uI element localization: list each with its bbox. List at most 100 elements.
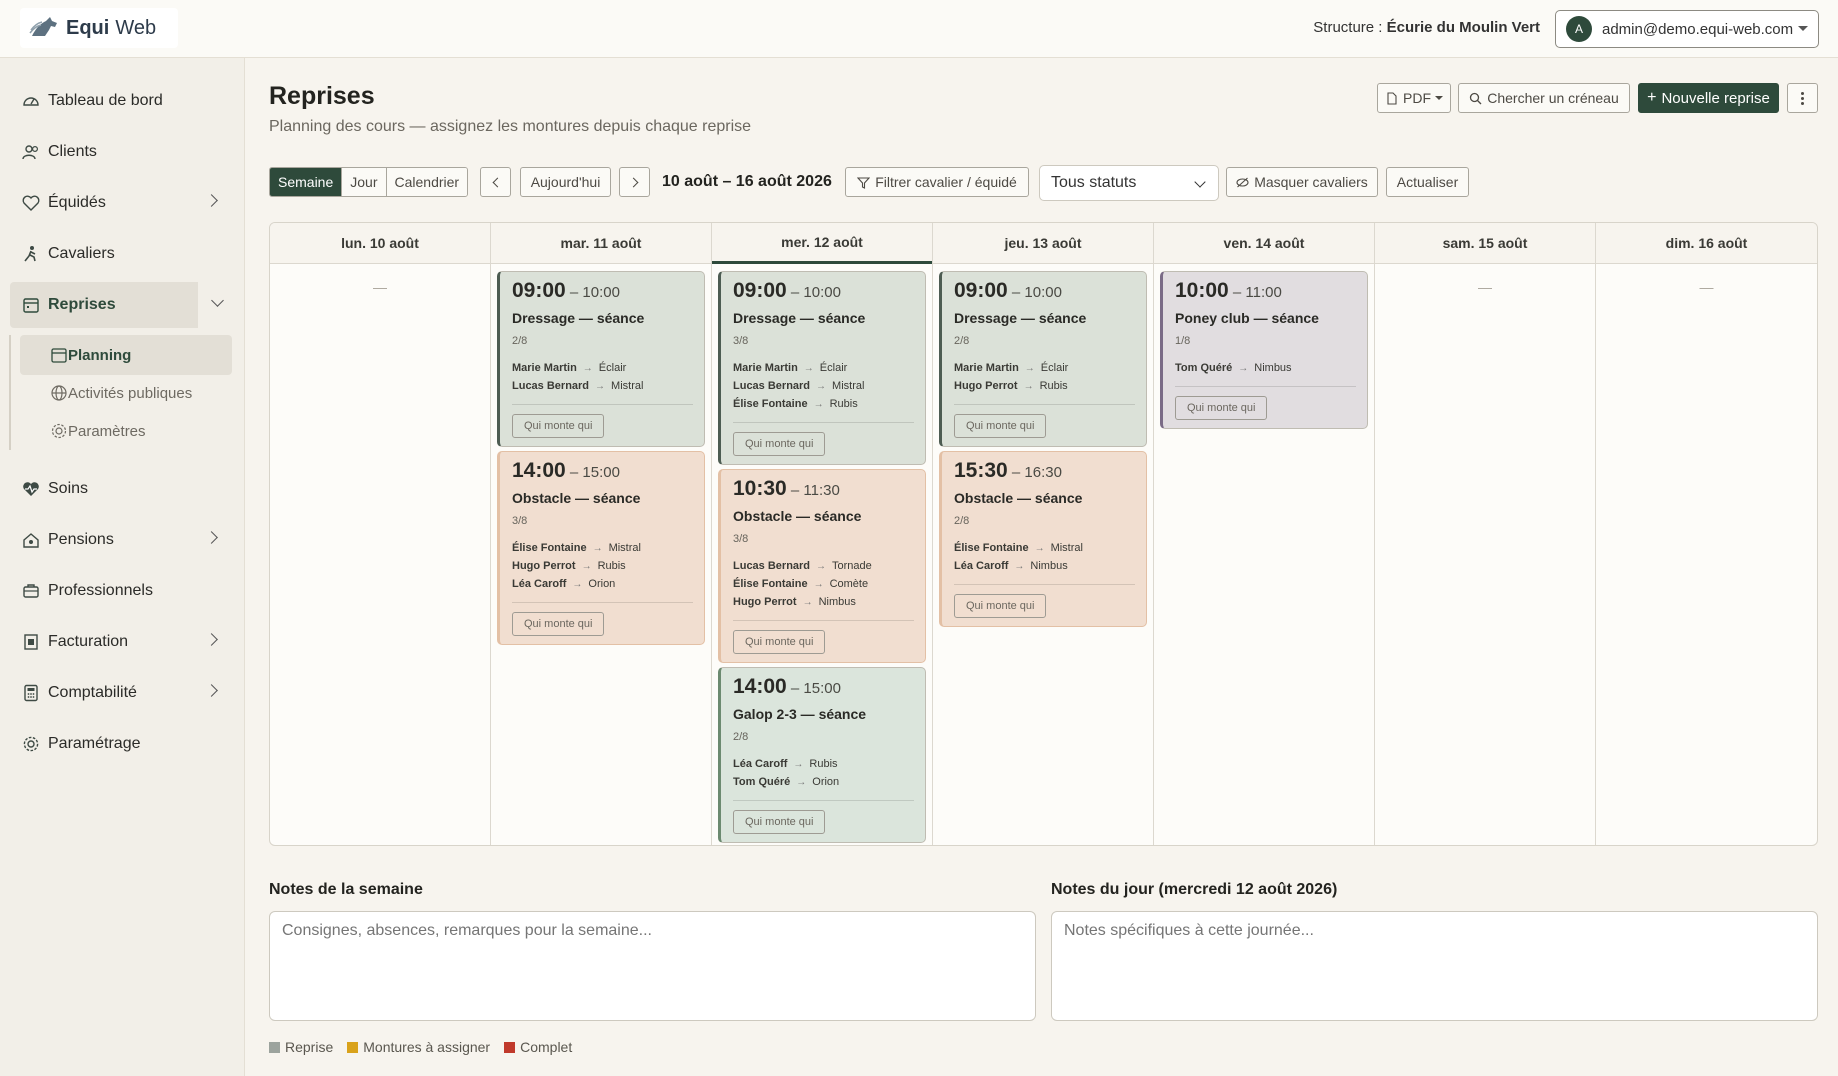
more-options-button[interactable] xyxy=(1787,83,1818,113)
session-start: 09:00 xyxy=(512,279,566,302)
day-notes-input[interactable] xyxy=(1051,911,1818,1021)
account-menu[interactable]: A admin@demo.equi-web.com xyxy=(1555,10,1819,48)
sidebar-item-parametrage[interactable]: Paramétrage xyxy=(10,721,230,767)
session-start: 09:00 xyxy=(733,279,787,302)
week-notes-input[interactable] xyxy=(269,911,1036,1021)
sidebar-item-label: Pensions xyxy=(48,531,114,548)
sidebar-subitem-parametres[interactable]: Paramètres xyxy=(20,411,232,451)
caret-down-icon xyxy=(1798,26,1808,31)
session-card[interactable]: 10:00 – 11:00 Poney club — séance 1/8 Tom Q… xyxy=(1160,271,1368,429)
session-card[interactable]: 09:00 – 10:00 Dressage — séance 3/8 Marie M… xyxy=(718,271,926,465)
horse-heart-icon xyxy=(22,194,40,212)
rider-name: Marie Martin xyxy=(954,362,1019,374)
rider-name: Lucas Bernard xyxy=(733,560,811,572)
session-title: Dressage — séance xyxy=(954,310,1087,326)
legend-label: Reprise xyxy=(285,1039,334,1055)
session-time: 09:00 – 10:00 xyxy=(512,279,693,303)
session-title: Dressage — séance xyxy=(733,310,866,326)
status-select[interactable]: Tous statuts xyxy=(1039,165,1219,201)
sidebar-item-comptabilite[interactable]: Comptabilité xyxy=(10,670,230,716)
rider-name: Marie Martin xyxy=(733,362,798,374)
rider-name: Hugo Perrot xyxy=(512,560,576,572)
view-week-tab[interactable]: Semaine xyxy=(270,168,343,196)
heart-pulse-icon xyxy=(22,480,40,498)
previous-week-button[interactable] xyxy=(480,167,511,197)
session-time: 10:00 – 11:00 xyxy=(1175,279,1356,303)
session-card[interactable]: 10:30 – 11:30 Obstacle — séance 3/8 Lucas B… xyxy=(718,469,926,663)
sidebar: Tableau de bord Clients Équidés Cavalier… xyxy=(0,58,245,1076)
next-week-button[interactable] xyxy=(619,167,650,197)
horse-name: Éclair xyxy=(819,362,848,374)
gear-icon xyxy=(50,422,68,440)
refresh-button[interactable]: Actualiser xyxy=(1386,167,1469,197)
sidebar-item-tableau-de-bord[interactable]: Tableau de bord xyxy=(10,78,230,124)
horse-logo-icon xyxy=(29,17,57,36)
session-capacity: 2/8 xyxy=(733,731,749,743)
rider-name: Lucas Bernard xyxy=(512,380,590,392)
status-select-value: Tous statuts xyxy=(1051,174,1137,191)
sidebar-item-reprises[interactable]: Reprises xyxy=(10,282,224,328)
session-card[interactable]: 15:30 – 16:30 Obstacle — séance 2/8 Élise F… xyxy=(939,451,1147,627)
rider-assignment: Élise Fontaine → Rubis xyxy=(733,395,914,413)
chevron-right-icon xyxy=(205,684,218,697)
sidebar-item-cavaliers[interactable]: Cavaliers xyxy=(10,231,230,277)
arrow-right-icon: → xyxy=(1034,542,1045,554)
day-column: jeu. 13 août 09:00 – 10:00 Dressage — séan… xyxy=(933,223,1154,845)
eye-off-icon xyxy=(1236,177,1249,187)
view-day-tab[interactable]: Jour xyxy=(342,168,387,196)
chevron-right-icon xyxy=(628,177,638,187)
filter-icon xyxy=(857,176,871,189)
arrow-right-icon: → xyxy=(803,362,814,374)
sidebar-item-equides[interactable]: Équidés xyxy=(10,180,230,226)
today-button[interactable]: Aujourd'hui xyxy=(520,167,611,197)
assign-mounts-button[interactable]: Qui monte qui xyxy=(512,612,605,636)
session-card[interactable]: 14:00 – 15:00 Galop 2-3 — séance 2/8 Léa Ca… xyxy=(718,667,926,843)
arrow-right-icon: → xyxy=(816,380,827,392)
new-session-button[interactable]: + Nouvelle reprise xyxy=(1638,83,1779,113)
session-title: Obstacle — séance xyxy=(733,508,862,524)
session-time: 14:00 – 15:00 xyxy=(512,459,693,483)
horse-name: Rubis xyxy=(829,398,858,410)
sidebar-item-pensions[interactable]: Pensions xyxy=(10,517,230,563)
session-card[interactable]: 09:00 – 10:00 Dressage — séance 2/8 Marie M… xyxy=(497,271,705,447)
sidebar-subitem-activites-publiques[interactable]: Activités publiques xyxy=(20,373,232,413)
horse-name: Tornade xyxy=(832,560,872,572)
assign-mounts-button[interactable]: Qui monte qui xyxy=(954,594,1047,618)
session-end: – 10:00 xyxy=(1011,284,1062,301)
session-card[interactable]: 14:00 – 15:00 Obstacle — séance 3/8 Élise F… xyxy=(497,451,705,645)
view-calendar-tab[interactable]: Calendrier xyxy=(386,168,468,196)
filter-button[interactable]: Filtrer cavalier / équidé xyxy=(845,167,1029,197)
session-capacity: 3/8 xyxy=(512,515,528,527)
rider-name: Léa Caroff xyxy=(512,578,567,590)
rider-assignment: Élise Fontaine → Mistral xyxy=(512,539,693,557)
app-logo[interactable]: Equi Web xyxy=(20,8,178,48)
pdf-button[interactable]: PDF xyxy=(1377,83,1451,113)
sidebar-item-clients[interactable]: Clients xyxy=(10,129,230,175)
week-notes-label: Notes de la semaine xyxy=(269,881,423,898)
session-card[interactable]: 09:00 – 10:00 Dressage — séance 2/8 Marie M… xyxy=(939,271,1147,447)
search-slot-button[interactable]: Chercher un créneau xyxy=(1458,83,1630,113)
assign-mounts-button[interactable]: Qui monte qui xyxy=(954,414,1047,438)
assign-mounts-button[interactable]: Qui monte qui xyxy=(733,810,826,834)
rider-assignment: Tom Quéré → Nimbus xyxy=(1175,359,1356,377)
session-end: – 11:30 xyxy=(790,482,840,499)
rider-list: Marie Martin → Éclair Lucas Bernard → Mistral… xyxy=(733,359,914,423)
sidebar-item-soins[interactable]: Soins xyxy=(10,466,230,512)
session-time: 09:00 – 10:00 xyxy=(733,279,914,303)
day-column: dim. 16 août — xyxy=(1596,223,1817,845)
sidebar-subitem-planning[interactable]: Planning xyxy=(20,335,232,375)
assign-mounts-button[interactable]: Qui monte qui xyxy=(733,630,826,654)
assign-mounts-button[interactable]: Qui monte qui xyxy=(733,432,826,456)
rider-name: Élise Fontaine xyxy=(733,398,808,410)
account-email: admin@demo.equi-web.com xyxy=(1602,20,1794,38)
assign-mounts-button[interactable]: Qui monte qui xyxy=(512,414,605,438)
rider-name: Marie Martin xyxy=(512,362,577,374)
arrow-right-icon: → xyxy=(813,398,824,410)
assign-mounts-button[interactable]: Qui monte qui xyxy=(1175,396,1268,420)
sidebar-item-professionnels[interactable]: Professionnels xyxy=(10,568,230,614)
arrow-right-icon: → xyxy=(595,380,606,392)
brand-name-light: Web xyxy=(115,16,157,39)
sidebar-item-facturation[interactable]: Facturation xyxy=(10,619,230,665)
structure-label: Structure : xyxy=(1313,19,1387,36)
hide-riders-button[interactable]: Masquer cavaliers xyxy=(1226,167,1378,197)
